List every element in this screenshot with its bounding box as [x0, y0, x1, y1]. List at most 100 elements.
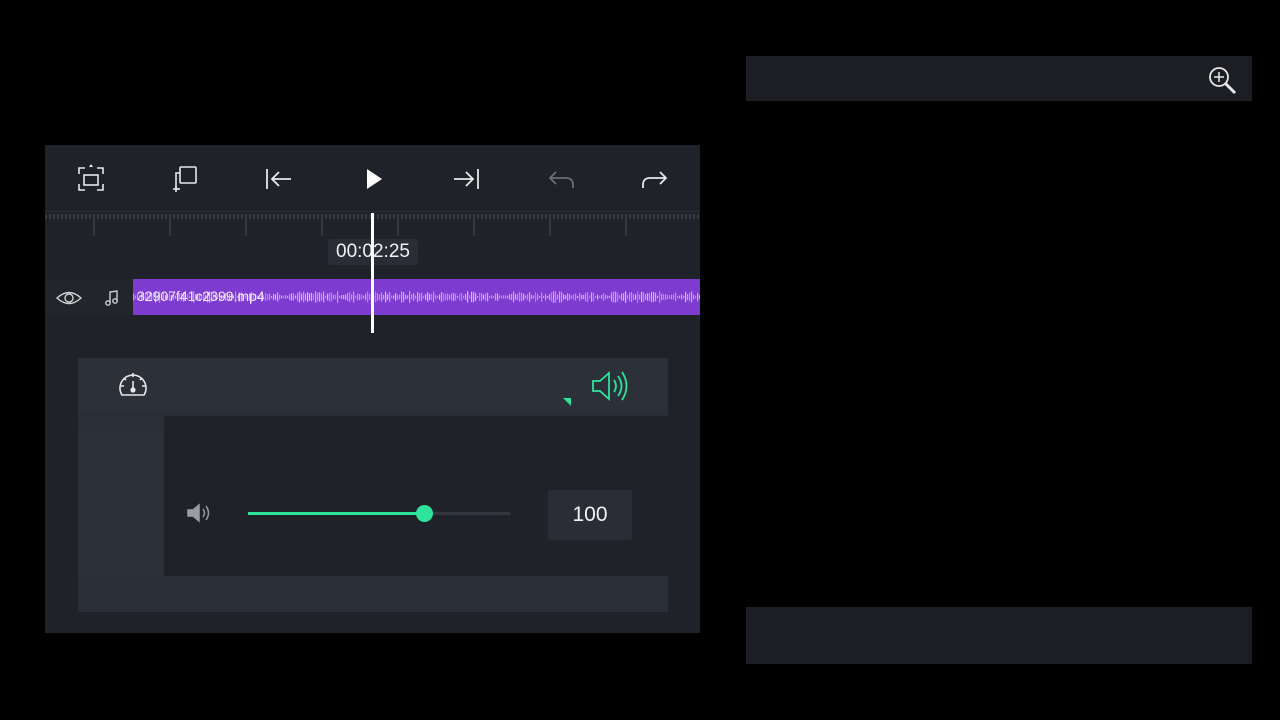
waveform-bar: [549, 293, 551, 301]
waveform-bar: [617, 292, 619, 302]
waveform-bar: [581, 294, 583, 300]
speed-tab[interactable]: [116, 369, 150, 403]
preview-top-bar: [746, 56, 1252, 101]
editor-panel: 00:02:25 32907f41c2399.mp4: [45, 145, 700, 633]
waveform-bar: [407, 295, 409, 299]
redo-button[interactable]: [635, 159, 675, 199]
waveform-bar: [277, 292, 279, 302]
waveform-bar: [491, 295, 493, 299]
waveform-bar: [519, 292, 521, 302]
skip-to-start-button[interactable]: [258, 159, 298, 199]
waveform-bar: [607, 295, 609, 299]
waveform-bar: [297, 292, 299, 302]
play-button[interactable]: [353, 159, 393, 199]
waveform-bar: [505, 295, 507, 299]
waveform-bar: [567, 293, 569, 301]
waveform-bar: [513, 291, 515, 303]
waveform-bar: [595, 295, 597, 299]
waveform-bar: [655, 292, 657, 302]
volume-slider[interactable]: [248, 505, 510, 522]
waveform-bar: [319, 292, 321, 302]
waveform-bar: [485, 293, 487, 301]
waveform-bar: [429, 293, 431, 301]
waveform-bar: [517, 293, 519, 301]
duplicate-button[interactable]: [165, 159, 205, 199]
waveform-bar: [401, 291, 403, 303]
waveform-bar: [521, 292, 523, 302]
waveform-bar: [561, 291, 563, 303]
waveform-bar: [639, 294, 641, 300]
waveform-bar: [395, 293, 397, 301]
waveform-bar: [363, 295, 365, 299]
waveform-bar: [381, 292, 383, 302]
undo-icon: [548, 171, 574, 188]
waveform-bar: [665, 294, 667, 300]
waveform-bar: [133, 293, 135, 301]
waveform-bar: [643, 292, 645, 302]
redo-icon: [642, 171, 668, 188]
waveform-bar: [461, 292, 463, 302]
volume-slider-knob[interactable]: [415, 505, 433, 522]
waveform-bar: [687, 293, 689, 301]
waveform-bar: [613, 291, 615, 303]
audio-settings-panel: 100: [78, 358, 668, 612]
settings-side-strip: [78, 431, 164, 576]
zoom-button[interactable]: [1206, 64, 1238, 96]
waveform-bar: [697, 292, 699, 302]
waveform-bar: [603, 292, 605, 302]
waveform-bar: [679, 295, 681, 299]
waveform-bar: [633, 294, 635, 300]
audio-clip[interactable]: 32907f41c2399.mp4: [133, 279, 700, 315]
eye-icon: [55, 291, 83, 305]
waveform-bar: [667, 294, 669, 300]
track-audio-badge[interactable]: [98, 287, 126, 309]
waveform-bar: [279, 294, 281, 300]
waveform-bar: [493, 295, 495, 299]
volume-tab[interactable]: [590, 368, 630, 404]
waveform-bar: [357, 293, 359, 301]
waveform-bar: [489, 295, 491, 299]
waveform-bar: [455, 293, 457, 301]
waveform-bar: [641, 291, 643, 303]
waveform-bar: [619, 295, 621, 299]
playhead[interactable]: [371, 213, 374, 333]
waveform-bar: [351, 294, 353, 300]
fullscreen-button[interactable]: [71, 159, 111, 199]
waveform-bar: [273, 293, 275, 301]
undo-button[interactable]: [541, 159, 581, 199]
waveform-bar: [699, 295, 700, 299]
waveform-bar: [503, 295, 505, 299]
waveform-bar: [545, 293, 547, 301]
waveform-bar: [661, 293, 663, 301]
waveform-bar: [305, 293, 307, 301]
waveform-bar: [365, 293, 367, 301]
waveform-bar: [547, 295, 549, 299]
waveform-bar: [511, 293, 513, 301]
waveform-bar: [579, 292, 581, 302]
waveform-bar: [447, 293, 449, 301]
waveform-bar: [375, 291, 377, 303]
waveform-bar: [669, 295, 671, 299]
volume-value[interactable]: 100: [548, 490, 632, 540]
waveform-bar: [611, 292, 613, 302]
waveform-bar: [523, 293, 525, 301]
waveform-bar: [267, 293, 269, 301]
skip-to-end-button[interactable]: [447, 159, 487, 199]
waveform-bar: [289, 293, 291, 301]
waveform-bar: [527, 293, 529, 301]
clip-name: 32907f41c2399.mp4: [137, 288, 265, 304]
waveform-bar: [411, 294, 413, 300]
waveform-bar: [479, 292, 481, 302]
waveform-bar: [327, 293, 329, 301]
waveform-bar: [397, 294, 399, 300]
mute-button[interactable]: [186, 502, 212, 524]
waveform-bar: [587, 291, 589, 303]
track-visibility-toggle[interactable]: [55, 287, 83, 309]
waveform-bar: [691, 291, 693, 303]
waveform-bar: [471, 291, 473, 303]
waveform-bar: [465, 293, 467, 301]
waveform-bar: [383, 294, 385, 300]
waveform-bar: [535, 292, 537, 302]
waveform-bar: [453, 293, 455, 301]
waveform-bar: [337, 291, 339, 303]
